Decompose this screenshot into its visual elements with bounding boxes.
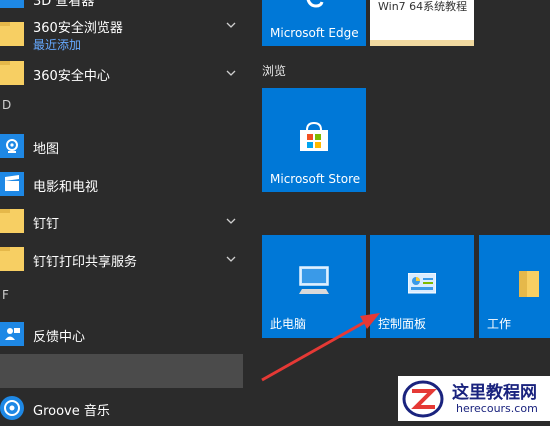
- app-label: 360安全浏览器: [33, 21, 123, 36]
- tile-control-panel[interactable]: 控制面板: [370, 235, 474, 338]
- chevron-down-icon[interactable]: [226, 254, 236, 264]
- app-item-movies-tv[interactable]: 电影和电视: [0, 166, 243, 202]
- tile-group-title-browse[interactable]: 浏览: [262, 62, 286, 79]
- feedback-hub-icon: [0, 322, 24, 346]
- chevron-down-icon[interactable]: [226, 20, 236, 30]
- app-label: Groove 音乐: [33, 404, 110, 419]
- tile-label: 工作: [487, 317, 512, 331]
- section-header-g[interactable]: [0, 354, 243, 388]
- recently-added-label: 最近添加: [33, 38, 82, 52]
- maps-icon: [0, 134, 24, 158]
- app-list: 3D 查看器 360安全浏览器 最近添加 360安全中心 D 地图 电影和电视 …: [0, 0, 243, 421]
- thumbnail-strip: [370, 40, 474, 46]
- control-panel-icon: [408, 273, 436, 294]
- watermark-url: herecours.com: [456, 402, 538, 415]
- edge-icon: [306, 0, 324, 8]
- folder-icon: [0, 247, 24, 271]
- app-item-maps[interactable]: 地图: [0, 128, 243, 164]
- tile-label: Microsoft Edge: [270, 26, 359, 40]
- app-item-3d-viewer[interactable]: 3D 查看器: [0, 0, 243, 14]
- start-menu: 3D 查看器 360安全浏览器 最近添加 360安全中心 D 地图 电影和电视 …: [0, 0, 550, 421]
- app-label: 钉钉打印共享服务: [33, 255, 138, 270]
- chevron-down-icon[interactable]: [226, 216, 236, 226]
- tile-browser-thumbnail[interactable]: Win7 64系统教程: [370, 0, 474, 46]
- tile-this-pc[interactable]: 此电脑: [262, 235, 366, 338]
- groove-music-icon: [0, 396, 24, 420]
- app-item-dingtalk-print[interactable]: 钉钉打印共享服务: [0, 241, 243, 277]
- section-header-f[interactable]: F: [2, 288, 9, 302]
- thumbnail-caption: Win7 64系统教程: [378, 0, 468, 13]
- tile-work-folder[interactable]: 工作: [479, 235, 550, 338]
- tile-label: 控制面板: [378, 317, 427, 331]
- tile-microsoft-store[interactable]: Microsoft Store: [262, 88, 366, 192]
- app-label: 3D 查看器: [33, 0, 95, 9]
- app-label: 反馈中心: [33, 330, 86, 345]
- folder-icon: [0, 209, 24, 233]
- tile-label: Microsoft Store: [270, 172, 361, 186]
- watermark-logo: 这里教程网 herecours.com: [398, 376, 550, 421]
- 3d-viewer-icon: [0, 0, 24, 8]
- folder-icon: [0, 61, 24, 85]
- tile-microsoft-edge[interactable]: Microsoft Edge: [262, 0, 366, 46]
- section-header-d[interactable]: D: [2, 98, 11, 112]
- watermark-emblem-icon: [402, 380, 444, 418]
- movies-tv-icon: [0, 172, 24, 196]
- app-item-360-security[interactable]: 360安全中心: [0, 55, 243, 91]
- app-label: 电影和电视: [33, 180, 99, 195]
- chevron-down-icon[interactable]: [226, 68, 236, 78]
- folder-icon: [0, 22, 24, 46]
- app-label: 钉钉: [33, 217, 60, 232]
- app-item-360-browser[interactable]: 360安全浏览器 最近添加: [0, 14, 243, 54]
- watermark-title: 这里教程网: [452, 383, 537, 403]
- app-item-feedback-hub[interactable]: 反馈中心: [0, 316, 243, 352]
- computer-icon: [299, 266, 329, 294]
- app-item-dingtalk[interactable]: 钉钉: [0, 203, 243, 239]
- folder-icon: [519, 271, 539, 297]
- store-bag-icon: [300, 122, 328, 151]
- tile-label: 此电脑: [270, 317, 307, 331]
- app-label: 地图: [33, 142, 60, 157]
- app-label: 360安全中心: [33, 69, 110, 84]
